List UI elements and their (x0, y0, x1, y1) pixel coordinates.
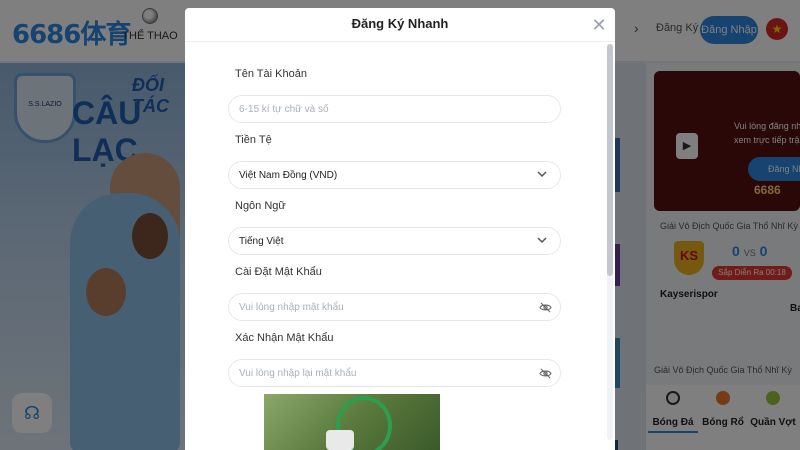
username-field[interactable]: 6-15 kí tự chữ và số (228, 95, 561, 123)
chevron-down-icon (537, 171, 547, 178)
currency-value: Việt Nam Đồng (VND) (239, 170, 338, 181)
currency-select[interactable]: Việt Nam Đồng (VND) (228, 161, 561, 189)
language-value: Tiếng Việt (239, 236, 284, 247)
confirm-password-placeholder: Vui lòng nhập lại mật khẩu (239, 368, 357, 379)
eye-off-icon[interactable] (539, 367, 552, 380)
currency-label: Tiền Tệ (235, 134, 272, 146)
promo-image-tennis (264, 394, 440, 450)
close-icon[interactable]: ✕ (590, 16, 608, 34)
eye-off-icon[interactable] (539, 301, 552, 314)
username-placeholder: 6-15 kí tự chữ và số (239, 104, 329, 115)
chevron-down-icon (537, 237, 547, 244)
password-field[interactable]: Vui lòng nhập mật khẩu (228, 293, 561, 321)
confirm-password-label: Xác Nhận Mật Khẩu (235, 332, 334, 344)
modal-title: Đăng Ký Nhanh (351, 16, 449, 31)
language-label: Ngôn Ngữ (235, 200, 286, 212)
scrollbar-thumb[interactable] (607, 44, 613, 276)
hand-shape (326, 430, 354, 450)
confirm-password-field[interactable]: Vui lòng nhập lại mật khẩu (228, 359, 561, 387)
password-label: Cài Đặt Mật Khẩu (235, 266, 322, 278)
quick-register-modal: Đăng Ký Nhanh ✕ Tên Tài Khoản 6-15 kí tự… (185, 8, 615, 450)
language-select[interactable]: Tiếng Việt (228, 227, 561, 255)
modal-header: Đăng Ký Nhanh ✕ (185, 8, 615, 42)
username-label: Tên Tài Khoản (235, 68, 307, 80)
password-placeholder: Vui lòng nhập mật khẩu (239, 302, 344, 313)
